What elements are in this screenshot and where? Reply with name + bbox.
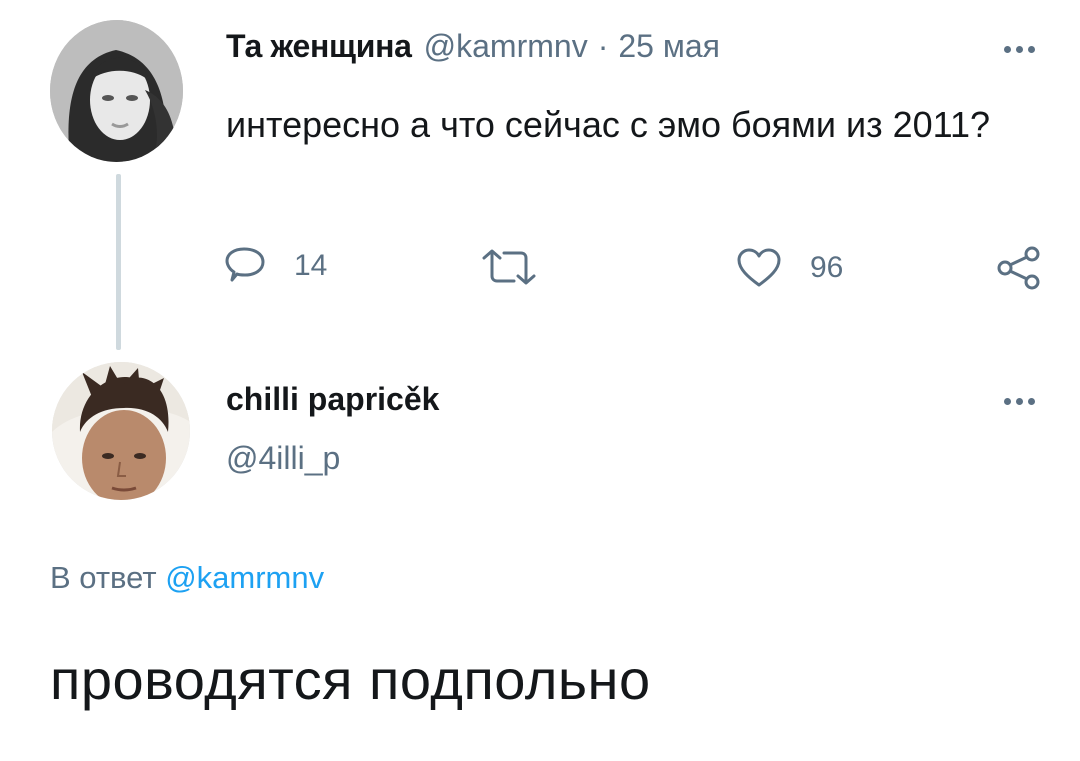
- parent-tweet-header: Та женщина @kamrmnv · 25 мая: [226, 28, 720, 65]
- like-action[interactable]: 96: [736, 248, 843, 288]
- reply-author-handle[interactable]: @4illi_p: [226, 440, 340, 477]
- reply-to-line: В ответ @kamrmnv: [50, 560, 324, 596]
- heart-icon: [737, 248, 781, 287]
- thread-connector-line: [116, 174, 121, 350]
- retweet-icon: [482, 249, 536, 285]
- parent-tweet-text: интересно а что сейчас с эмо боями из 20…: [226, 104, 991, 145]
- tweet-date[interactable]: 25 мая: [618, 28, 720, 65]
- header-separator: ·: [597, 28, 609, 64]
- reply-count: 14: [294, 249, 328, 282]
- reply-tweet-text: проводятся подпольно: [50, 648, 651, 711]
- parent-author-handle[interactable]: @kamrmnv: [424, 28, 588, 65]
- reply-icon: [225, 247, 265, 282]
- reply-more-options-icon[interactable]: [1004, 398, 1035, 405]
- like-count: 96: [810, 251, 844, 284]
- reply-author-name[interactable]: chilli papricěk: [226, 381, 439, 418]
- reply-action[interactable]: 14: [224, 246, 327, 286]
- reply-author-avatar[interactable]: [52, 362, 190, 500]
- share-icon: [997, 246, 1040, 290]
- reply-to-handle-link[interactable]: @kamrmnv: [165, 560, 324, 595]
- parent-author-name[interactable]: Та женщина: [226, 28, 412, 65]
- parent-more-options-icon[interactable]: [1004, 46, 1035, 53]
- parent-author-avatar[interactable]: [50, 20, 183, 162]
- reply-to-prefix: В ответ: [50, 560, 157, 595]
- share-action[interactable]: [996, 246, 1042, 295]
- retweet-action[interactable]: [480, 248, 566, 286]
